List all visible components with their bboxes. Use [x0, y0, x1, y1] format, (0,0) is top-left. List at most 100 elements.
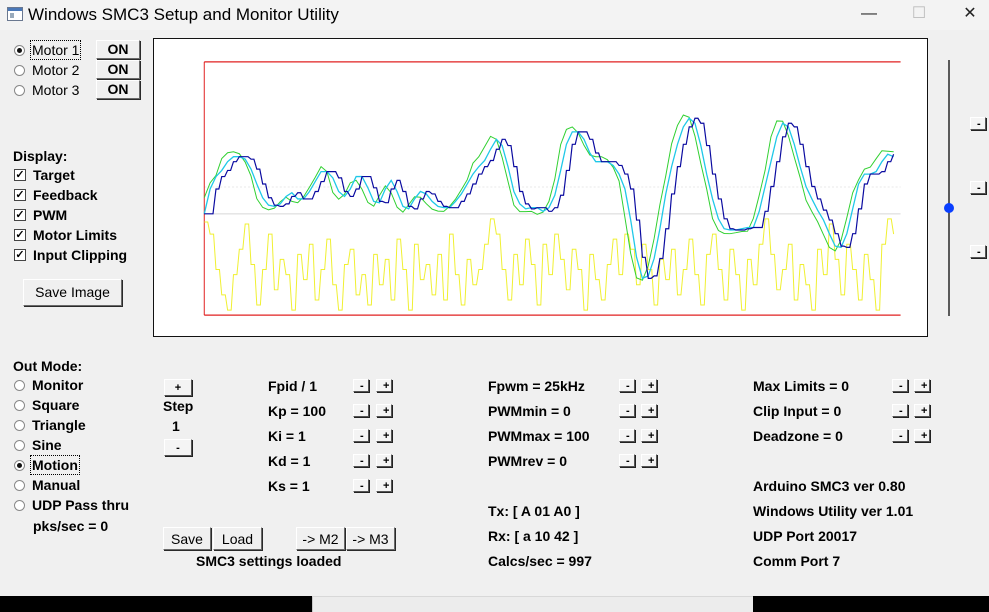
pwmmin-plus-button[interactable]: + — [641, 404, 657, 417]
pwm-checkbox[interactable]: ✓ — [14, 209, 26, 221]
ks-plus-button[interactable]: + — [376, 479, 392, 492]
app-window: Windows SMC3 Setup and Monitor Utility —… — [0, 0, 989, 596]
square-label[interactable]: Square — [32, 397, 79, 413]
input-clipping-series — [203, 114, 894, 281]
app-icon — [7, 7, 23, 21]
title-bar: Windows SMC3 Setup and Monitor Utility —… — [0, 0, 989, 30]
step-plus-button[interactable]: + — [164, 379, 192, 396]
motor-2-on-button[interactable]: ON — [96, 60, 140, 79]
fpid-plus-button[interactable]: + — [376, 379, 392, 392]
tx-readout: Tx: [ A 01 A0 ] — [488, 503, 580, 519]
fpid-label: Fpid / 1 — [268, 378, 317, 394]
save-button[interactable]: Save — [163, 527, 211, 550]
triangle-label[interactable]: Triangle — [32, 417, 86, 433]
step-value: 1 — [172, 418, 180, 434]
kd-label: Kd = 1 — [268, 453, 311, 469]
sine-label[interactable]: Sine — [32, 437, 62, 453]
arduino-version: Arduino SMC3 ver 0.80 — [753, 478, 906, 494]
motor-1-label[interactable]: Motor 1 — [29, 40, 82, 60]
motion-radio[interactable] — [14, 460, 25, 471]
motor-limits-checkbox[interactable]: ✓ — [14, 229, 26, 241]
ks-label: Ks = 1 — [268, 478, 310, 494]
right-minus-button-2[interactable]: - — [970, 181, 986, 194]
display-heading: Display: — [13, 148, 68, 164]
right-minus-button-3[interactable]: - — [970, 245, 986, 258]
motion-label[interactable]: Motion — [30, 455, 80, 475]
udp-pass-thru-label[interactable]: UDP Pass thru — [32, 497, 129, 513]
slider-track[interactable] — [948, 60, 950, 316]
max-limits-minus-button[interactable]: - — [892, 379, 908, 392]
load-button[interactable]: Load — [213, 527, 262, 550]
pwmrev-plus-button[interactable]: + — [641, 454, 657, 467]
fpwm-label: Fpwm = 25kHz — [488, 378, 585, 394]
motor-3-label[interactable]: Motor 3 — [32, 82, 79, 98]
minimize-button[interactable]: — — [845, 0, 893, 30]
fpid-minus-button[interactable]: - — [353, 379, 369, 392]
ki-plus-button[interactable]: + — [376, 429, 392, 442]
manual-label[interactable]: Manual — [32, 477, 80, 493]
pks-sec-readout: pks/sec = 0 — [33, 518, 109, 534]
step-label: Step — [163, 398, 194, 414]
max-limits-label: Max Limits = 0 — [753, 378, 850, 394]
chart-area — [153, 38, 928, 337]
slider-thumb[interactable] — [944, 203, 954, 214]
calcs-readout: Calcs/sec = 997 — [488, 553, 592, 569]
right-minus-button-1[interactable]: - — [970, 117, 986, 130]
save-image-button[interactable]: Save Image — [23, 279, 122, 306]
sine-radio[interactable] — [14, 440, 25, 451]
pwmmax-plus-button[interactable]: + — [641, 429, 657, 442]
pwmmax-minus-button[interactable]: - — [619, 429, 635, 442]
target-checkbox[interactable]: ✓ — [14, 169, 26, 181]
clip-input-minus-button[interactable]: - — [892, 404, 908, 417]
fpwm-minus-button[interactable]: - — [619, 379, 635, 392]
kd-minus-button[interactable]: - — [353, 454, 369, 467]
utility-version: Windows Utility ver 1.01 — [753, 503, 914, 519]
comm-port: Comm Port 7 — [753, 553, 841, 569]
window-title: Windows SMC3 Setup and Monitor Utility — [28, 5, 339, 24]
monitor-label[interactable]: Monitor — [32, 377, 83, 393]
kd-plus-button[interactable]: + — [376, 454, 392, 467]
feedback-checkbox[interactable]: ✓ — [14, 189, 26, 201]
pwmrev-label: PWMrev = 0 — [488, 453, 567, 469]
input-clipping-checkbox[interactable]: ✓ — [14, 249, 26, 261]
motor-1-on-button[interactable]: ON — [96, 40, 140, 59]
motor-3-radio[interactable] — [14, 85, 25, 96]
motor-2-label[interactable]: Motor 2 — [32, 62, 79, 78]
maximize-button[interactable]: ☐ — [895, 0, 943, 30]
rx-readout: Rx: [ a 10 42 ] — [488, 528, 579, 544]
deadzone-plus-button[interactable]: + — [914, 429, 930, 442]
pwmrev-minus-button[interactable]: - — [619, 454, 635, 467]
clip-input-label: Clip Input = 0 — [753, 403, 842, 419]
motor-3-on-button[interactable]: ON — [96, 80, 140, 99]
deadzone-minus-button[interactable]: - — [892, 429, 908, 442]
manual-radio[interactable] — [14, 480, 25, 491]
clip-input-plus-button[interactable]: + — [914, 404, 930, 417]
triangle-radio[interactable] — [14, 420, 25, 431]
motor-2-radio[interactable] — [14, 65, 25, 76]
copy-to-m3-button[interactable]: -> M3 — [346, 527, 395, 550]
udp-port: UDP Port 20017 — [753, 528, 858, 544]
square-radio[interactable] — [14, 400, 25, 411]
max-limits-plus-button[interactable]: + — [914, 379, 930, 392]
motor-1-radio[interactable] — [14, 45, 25, 56]
kp-plus-button[interactable]: + — [376, 404, 392, 417]
kp-minus-button[interactable]: - — [353, 404, 369, 417]
ki-label: Ki = 1 — [268, 428, 306, 444]
close-button[interactable]: ✕ — [946, 0, 989, 30]
udp-pass-thru-radio[interactable] — [14, 500, 25, 511]
pwmmax-label: PWMmax = 100 — [488, 428, 590, 444]
copy-to-m2-button[interactable]: -> M2 — [296, 527, 345, 550]
pwmmin-minus-button[interactable]: - — [619, 404, 635, 417]
pwm-label[interactable]: PWM — [33, 207, 67, 223]
step-minus-button[interactable]: - — [164, 439, 192, 456]
target-label[interactable]: Target — [33, 167, 75, 183]
pwm-series — [204, 218, 895, 311]
fpwm-plus-button[interactable]: + — [641, 379, 657, 392]
out-mode-heading: Out Mode: — [13, 358, 83, 374]
input-clipping-label[interactable]: Input Clipping — [33, 247, 127, 263]
monitor-radio[interactable] — [14, 380, 25, 391]
feedback-label[interactable]: Feedback — [33, 187, 98, 203]
ki-minus-button[interactable]: - — [353, 429, 369, 442]
motor-limits-label[interactable]: Motor Limits — [33, 227, 117, 243]
ks-minus-button[interactable]: - — [353, 479, 369, 492]
